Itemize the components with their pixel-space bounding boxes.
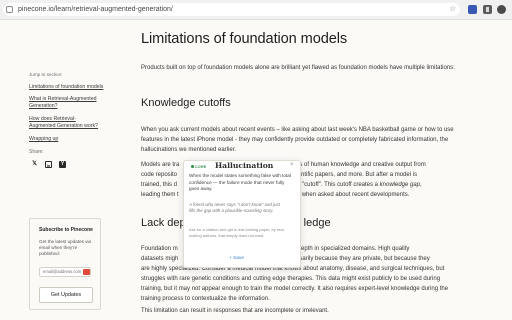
url-text[interactable]: pinecone.io/learn/retrieval-augmented-ge… (18, 4, 173, 15)
browser-toolbar: pinecone.io/learn/retrieval-augmented-ge… (0, 0, 512, 20)
core-badge: CORE (189, 164, 209, 170)
text-line: are highly specialized. Consider a medic… (141, 266, 449, 302)
toc-link-limitations[interactable]: Limitations of foundation models (29, 84, 127, 91)
share-label: Share: (29, 149, 44, 155)
extension-icon[interactable] (468, 5, 477, 14)
knowledge-cutoffs-paragraph: When you ask current models about recent… (141, 127, 454, 153)
popup-title: Hallucination (215, 161, 274, 170)
site-info-icon[interactable] (6, 6, 13, 13)
get-updates-button[interactable]: Get Updates (39, 287, 93, 303)
section-heading-knowledge-cutoffs: Knowledge cutoffs (141, 97, 231, 109)
toc-link-wrapping-up[interactable]: Wrapping up (29, 136, 127, 143)
popup-analogy: A friend who never says "I don't know" a… (189, 202, 280, 214)
close-icon[interactable]: × (290, 162, 294, 168)
extensions-puzzle-icon[interactable] (483, 5, 492, 14)
linkedin-icon[interactable]: in (45, 161, 52, 168)
save-button[interactable]: + Save (229, 256, 244, 261)
page-title: Limitations of foundation models (141, 31, 348, 47)
limitation-result-paragraph: This limitation can result in responses … (141, 308, 329, 314)
x-icon[interactable]: 𝕏 (31, 161, 38, 168)
profile-avatar[interactable] (497, 5, 506, 14)
popup-definition: When the model states something false wi… (189, 173, 291, 192)
glossary-popup: CORE Hallucination × When the model stat… (183, 160, 301, 268)
toc-link-what-is-rag[interactable]: What is Retrieval-Augmented Generation? (29, 96, 99, 111)
jump-to-section-label: Jump to section: (29, 72, 63, 77)
toc-link-how-rag-works[interactable]: How does Retrieval-Augmented Generation … (29, 116, 99, 131)
intro-paragraph: Products built on top of foundation mode… (141, 65, 455, 71)
subscribe-text: Get the latest updates via email when th… (39, 239, 92, 257)
hackernews-icon[interactable]: Y (59, 161, 66, 168)
email-submit-icon[interactable] (83, 269, 90, 275)
subscribe-box: Subscribe to Pinecone Get the latest upd… (29, 218, 101, 310)
bookmark-star-icon[interactable]: ☆ (449, 3, 456, 15)
status-dot-icon (191, 165, 194, 168)
subscribe-title: Subscribe to Pinecone (39, 227, 93, 233)
address-bar[interactable]: pinecone.io/learn/retrieval-augmented-ge… (3, 3, 460, 16)
popup-example: Ask for a citation and get a real-lookin… (189, 227, 285, 238)
